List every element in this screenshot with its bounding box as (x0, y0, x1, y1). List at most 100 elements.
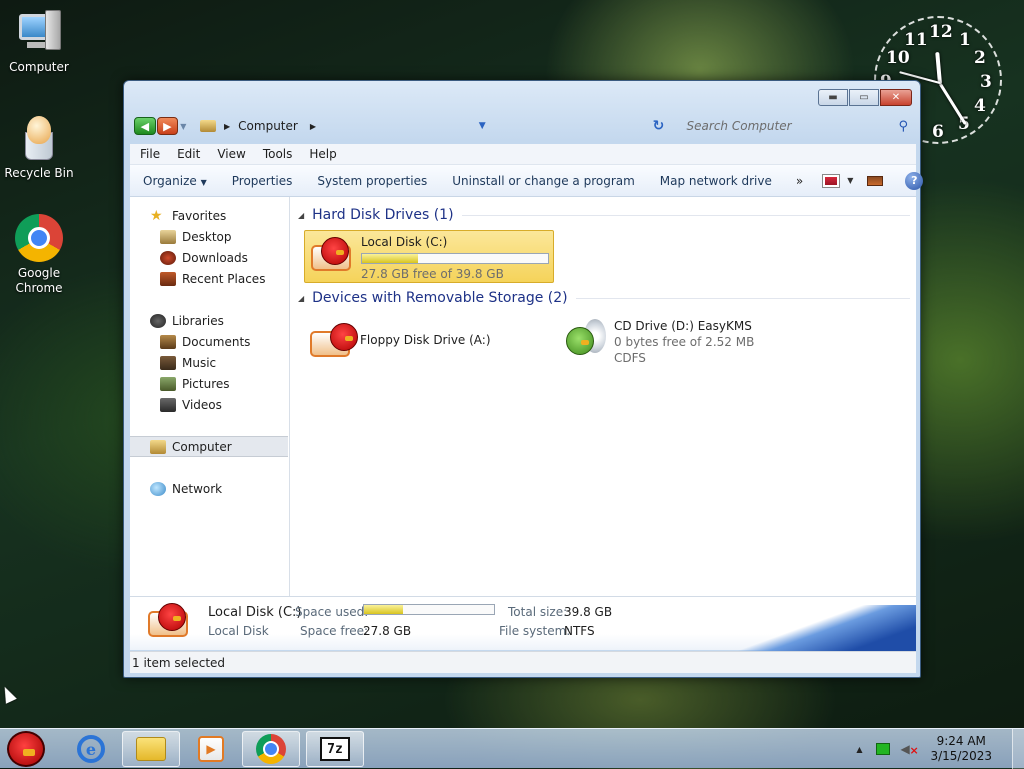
nav-favorites[interactable]: ★ Favorites (130, 205, 288, 226)
organize-button[interactable]: Organize ▼ (130, 174, 219, 188)
clock-numeral: 3 (980, 72, 992, 92)
taskbar-7zip[interactable]: 7z (306, 731, 364, 767)
start-button[interactable] (4, 731, 48, 767)
taskbar-ie[interactable]: e (62, 731, 120, 767)
drive-usage-bar (361, 253, 549, 264)
mouse-cursor-icon (0, 684, 17, 704)
desktop-icon-label: Computer (9, 60, 69, 74)
nav-pictures[interactable]: Pictures (130, 373, 288, 394)
show-desktop-button[interactable] (1012, 729, 1024, 769)
volume-muted-icon[interactable]: ◀ (900, 742, 918, 757)
desktop-icon-computer[interactable]: Computer (1, 8, 77, 75)
star-icon: ★ (150, 207, 163, 224)
clock-numeral: 4 (974, 96, 986, 116)
tray-date: 3/15/2023 (930, 749, 992, 763)
map-network-drive-button[interactable]: Map network drive (647, 174, 784, 188)
details-fs-label: File system: (499, 624, 571, 638)
recent-places-icon (160, 271, 176, 286)
details-type: Local Disk (208, 624, 269, 638)
taskbar-explorer[interactable] (122, 731, 180, 767)
status-text: 1 item selected (132, 655, 226, 670)
group-header-removable-storage[interactable]: ◢ Devices with Removable Storage (2) (298, 290, 910, 306)
view-options-dropdown-icon[interactable]: ▼ (847, 176, 853, 185)
navigation-pane: ★ Favorites Desktop Downloads Recent Pla… (130, 197, 290, 596)
taskbar-chrome[interactable] (242, 731, 300, 767)
collapse-triangle-icon[interactable]: ◢ (298, 294, 304, 303)
help-icon[interactable]: ? (905, 171, 924, 190)
nav-recent-places[interactable]: Recent Places (130, 268, 288, 289)
breadcrumb-chevron-icon[interactable]: ▶ (224, 122, 230, 131)
back-button[interactable]: ◀ (134, 117, 156, 135)
menu-tools[interactable]: Tools (253, 147, 300, 161)
properties-button[interactable]: Properties (219, 174, 305, 188)
breadcrumb-computer[interactable]: Computer (238, 119, 298, 133)
computer-small-icon (200, 120, 217, 132)
drive-floppy-a[interactable]: Floppy Disk Drive (A:) (304, 315, 544, 365)
menu-file[interactable]: File (130, 147, 167, 161)
menu-view[interactable]: View (207, 147, 252, 161)
nav-libraries[interactable]: Libraries (130, 310, 288, 331)
nav-videos[interactable]: Videos (130, 394, 288, 415)
details-swoosh-decoration (716, 605, 916, 651)
menu-edit[interactable]: Edit (167, 147, 207, 161)
nav-label: Computer (172, 439, 232, 454)
group-title: Devices with Removable Storage (2) (312, 290, 568, 306)
collapse-triangle-icon[interactable]: ◢ (298, 211, 304, 220)
nav-label: Favorites (172, 208, 227, 223)
recent-pages-dropdown[interactable]: ▼ (180, 122, 190, 131)
show-hidden-icons-icon[interactable]: ▲ (856, 745, 862, 754)
tray-clock[interactable]: 9:24 AM 3/15/2023 (930, 734, 992, 764)
nav-documents[interactable]: Documents (130, 331, 288, 352)
drive-file-system: CDFS (614, 351, 646, 365)
menu-bar: File Edit View Tools Help (130, 144, 916, 165)
search-input[interactable]: Search Computer ⚲ (667, 115, 912, 137)
clock-minute-hand (938, 82, 967, 126)
menu-help[interactable]: Help (299, 147, 343, 161)
forward-arrow-icon: ▶ (163, 119, 172, 133)
uninstall-program-button[interactable]: Uninstall or change a program (439, 174, 647, 188)
group-header-hard-disk-drives[interactable]: ◢ Hard Disk Drives (1) (298, 207, 910, 223)
address-row: ◀ ▶ ▼ ▶ Computer ▶ ▼ ↻ Search Computer ⚲ (134, 115, 912, 137)
desktop-icon-recycle-bin[interactable]: Recycle Bin (1, 114, 77, 181)
desktop-icon-chrome[interactable]: Google Chrome (1, 214, 77, 296)
libraries-icon (150, 313, 166, 328)
maximize-button[interactable]: ▭ (849, 89, 879, 106)
refresh-icon[interactable]: ↻ (651, 118, 667, 134)
network-status-icon[interactable] (876, 743, 891, 755)
status-bar: 1 item selected (130, 651, 916, 673)
forward-button[interactable]: ▶ (156, 117, 179, 135)
taskbar-media-player[interactable]: ▶ (182, 731, 240, 767)
nav-computer[interactable]: Computer (130, 436, 288, 457)
address-dropdown-icon[interactable]: ▼ (479, 121, 486, 131)
nav-desktop[interactable]: Desktop (130, 226, 288, 247)
nav-network[interactable]: Network (130, 478, 288, 499)
floppy-drive-icon (308, 321, 358, 363)
internet-explorer-icon: e (77, 735, 105, 763)
search-icon[interactable]: ⚲ (898, 119, 908, 134)
close-button[interactable]: ✕ (880, 89, 912, 106)
drive-cd-d[interactable]: CD Drive (D:) EasyKMS 0 bytes free of 2.… (558, 315, 798, 365)
minimize-button[interactable]: ▬ (818, 89, 848, 106)
breadcrumb-chevron-icon[interactable]: ▶ (310, 122, 316, 131)
nav-music[interactable]: Music (130, 352, 288, 373)
clock-numeral: 6 (932, 122, 944, 142)
drive-local-disk-c[interactable]: Local Disk (C:) 27.8 GB free of 39.8 GB (304, 230, 554, 283)
details-space-free: 27.8 GB (363, 624, 412, 638)
organize-label: Organize (143, 173, 197, 188)
clock-numeral: 12 (929, 22, 953, 42)
group-title: Hard Disk Drives (1) (312, 207, 454, 223)
system-properties-button[interactable]: System properties (304, 174, 439, 188)
more-commands-button[interactable]: » (784, 174, 815, 188)
address-bar[interactable]: ▶ Computer ▶ ▼ ↻ (196, 115, 667, 137)
details-fs: NTFS (564, 624, 595, 638)
clock-hour-hand (935, 51, 942, 85)
clock-numeral: 1 (959, 30, 971, 50)
nav-downloads[interactable]: Downloads (130, 247, 288, 268)
taskbar: e ▶ 7z ▲ ◀ 9:24 AM 3/15/2023 (0, 728, 1024, 769)
desktop-folder-icon (160, 229, 176, 244)
preview-pane-icon[interactable] (867, 175, 884, 186)
nav-label: Desktop (182, 229, 232, 244)
explorer-window[interactable]: ▬ ▭ ✕ ◀ ▶ ▼ ▶ Computer ▶ ▼ ↻ Search Comp… (123, 80, 924, 678)
details-total: 39.8 GB (564, 605, 613, 619)
change-view-icon[interactable] (823, 174, 840, 187)
